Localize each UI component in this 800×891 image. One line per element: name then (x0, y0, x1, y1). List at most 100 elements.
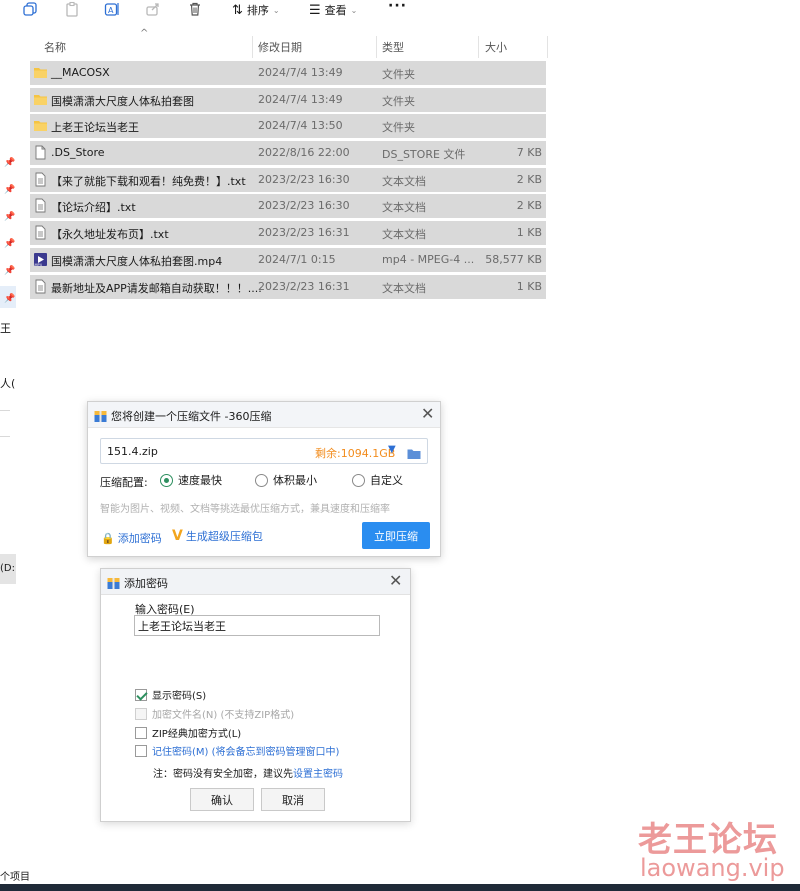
file-row[interactable]: 最新地址及APP请发邮箱自动获取！！！.... 2023/2/23 16:31 … (30, 274, 546, 299)
chevron-down-icon: ⌄ (272, 5, 280, 15)
compress-dialog: 您将创建一个压缩文件 -360压缩 ✕ 151.4.zip 剩余:1094.1G… (87, 401, 441, 557)
column-separator[interactable] (252, 36, 253, 58)
set-master-password-link[interactable]: 设置主密码 (293, 769, 343, 780)
text-file-icon (33, 198, 48, 213)
file-row[interactable]: 【来了就能下载和观看！纯免费！】.txt 2023/2/23 16:30 文本文… (30, 167, 546, 192)
share-icon[interactable] (145, 1, 161, 17)
column-header-type[interactable]: 类型 (382, 39, 404, 61)
compress-now-button[interactable]: 立即压缩 (362, 522, 430, 549)
remember-password-checkbox[interactable]: 记住密码(M) (将会备忘到密码管理窗口中) (135, 743, 339, 758)
file-row[interactable]: 国模潇潇大尺度人体私拍套图 2024/7/4 13:49 文件夹 (30, 87, 546, 112)
output-path-field[interactable]: 151.4.zip 剩余:1094.1GB ▼ (100, 438, 428, 464)
option-label: 速度最快 (178, 474, 222, 487)
radio[interactable] (255, 473, 268, 487)
file-type: 文本文档 (382, 174, 426, 188)
column-header-date[interactable]: 修改日期 (258, 39, 302, 61)
close-icon[interactable]: ✕ (421, 406, 434, 422)
file-date: 2024/7/4 13:49 (258, 66, 343, 79)
archive-filename[interactable]: 151.4.zip (107, 445, 158, 458)
pin-icon[interactable]: 📌 (4, 294, 15, 304)
file-row[interactable]: 【永久地址发布页】.txt 2023/2/23 16:31 文本文档 1 KB (30, 221, 546, 246)
text-file-icon (33, 172, 48, 187)
file-type: mp4 - MPEG-4 ... (382, 252, 475, 266)
checkbox-checked[interactable] (135, 688, 147, 701)
option-label: 体积最小 (273, 474, 317, 487)
sort-ascending-icon: ^ (140, 28, 149, 39)
password-input[interactable] (134, 615, 380, 636)
file-explorer-window: { "toolbar": { "icons": ["copy-icon", "p… (0, 0, 800, 891)
file-row[interactable]: 【论坛介绍】.txt 2023/2/23 16:30 文本文档 2 KB (30, 194, 546, 219)
option-fastest[interactable]: 速度最快 (160, 472, 222, 488)
file-date: 2024/7/1 0:15 (258, 252, 336, 266)
text-file-icon (33, 279, 48, 294)
file-date: 2023/2/23 16:31 (258, 226, 350, 240)
file-type: 文件夹 (382, 94, 415, 108)
zip-classic-encryption-checkbox[interactable]: ZIP经典加密方式(L) (135, 725, 241, 740)
more-options-button[interactable]: ··· (388, 0, 407, 14)
folder-icon (33, 92, 48, 107)
column-header-name[interactable]: 名称 (44, 39, 66, 61)
checkbox-label: 记住密码(M) (将会备忘到密码管理窗口中) (152, 747, 340, 758)
file-name: 上老王论坛当老王 (51, 121, 139, 135)
drive-item[interactable]: (D: (0, 554, 16, 584)
command-bar: A ⇅ 排序 ⌄ ☰ 查看 ⌄ ··· (0, 0, 800, 22)
drive-label: (D: (0, 563, 15, 574)
nav-item-text[interactable]: 人( (0, 375, 15, 391)
video-file-icon: MP4 (33, 252, 48, 267)
file-size: 1 KB (516, 279, 542, 293)
checkbox-label: 加密文件名(N) (不支持ZIP格式) (152, 710, 295, 721)
file-name: 【来了就能下载和观看！纯免费！】.txt (51, 174, 246, 188)
file-row[interactable]: MP4 国模潇潇大尺度人体私拍套图.mp4 2024/7/1 0:15 mp4 … (30, 247, 546, 272)
file-name: .DS_Store (51, 146, 105, 160)
paste-icon[interactable] (64, 1, 80, 17)
view-button[interactable]: ☰ 查看 ⌄ (309, 2, 357, 18)
file-size: 2 KB (516, 199, 542, 213)
file-row[interactable]: 上老王论坛当老王 2024/7/4 13:50 文件夹 (30, 114, 546, 139)
radio-selected[interactable] (160, 473, 173, 487)
folder-icon (33, 65, 48, 80)
close-icon[interactable]: ✕ (389, 573, 402, 589)
divider (0, 410, 10, 411)
free-space-label: 剩余:1094.1GB (315, 447, 396, 460)
pin-icon[interactable]: 📌 (4, 266, 15, 276)
pin-icon[interactable]: 📌 (4, 158, 15, 168)
option-label: 自定义 (370, 474, 403, 487)
dialog-titlebar[interactable]: 添加密码 ✕ (101, 569, 410, 595)
super-package-link[interactable]: V 生成超级压缩包 (172, 528, 263, 544)
add-password-link[interactable]: 🔒 添加密码 (101, 530, 162, 546)
svg-text:MP4: MP4 (35, 263, 43, 267)
file-row[interactable]: .DS_Store 2022/8/16 22:00 DS_STORE 文件 7 … (30, 141, 546, 166)
file-name: 【永久地址发布页】.txt (51, 228, 169, 242)
add-password-label: 添加密码 (117, 532, 162, 545)
option-smallest[interactable]: 体积最小 (255, 472, 317, 488)
file-name: __MACOSX (51, 66, 110, 79)
pin-icon[interactable]: 📌 (4, 185, 15, 195)
confirm-button[interactable]: 确认 (190, 788, 254, 811)
folder-browse-icon[interactable] (407, 445, 421, 459)
column-header-size[interactable]: 大小 (485, 39, 507, 61)
option-custom[interactable]: 自定义 (352, 472, 403, 488)
cancel-button[interactable]: 取消 (261, 788, 325, 811)
nav-item-text[interactable]: 王 (0, 320, 11, 336)
radio[interactable] (352, 473, 365, 487)
checkbox[interactable] (135, 744, 147, 757)
rename-icon[interactable]: A (104, 1, 120, 17)
checkbox-disabled (135, 707, 147, 720)
show-password-checkbox[interactable]: 显示密码(S) (135, 687, 206, 702)
dialog-titlebar[interactable]: 您将创建一个压缩文件 -360压缩 ✕ (88, 402, 440, 428)
pin-icon[interactable]: 📌 (4, 212, 15, 222)
pin-icon[interactable]: 📌 (4, 239, 15, 249)
checkbox[interactable] (135, 726, 147, 739)
config-label: 压缩配置: (100, 476, 148, 489)
copy-icon[interactable] (22, 1, 38, 17)
chevron-down-icon[interactable]: ▼ (388, 444, 396, 455)
delete-icon[interactable] (187, 1, 203, 17)
file-type: 文本文档 (382, 281, 426, 295)
column-separator[interactable] (376, 36, 377, 58)
column-separator[interactable] (547, 36, 548, 58)
file-row[interactable]: __MACOSX 2024/7/4 13:49 文件夹 (30, 61, 546, 85)
column-separator[interactable] (478, 36, 479, 58)
sort-button[interactable]: ⇅ 排序 ⌄ (232, 2, 280, 18)
file-list: __MACOSX 2024/7/4 13:49 文件夹 国模潇潇大尺度人体私拍套… (30, 61, 546, 301)
checkbox-label: ZIP经典加密方式(L) (152, 729, 242, 740)
